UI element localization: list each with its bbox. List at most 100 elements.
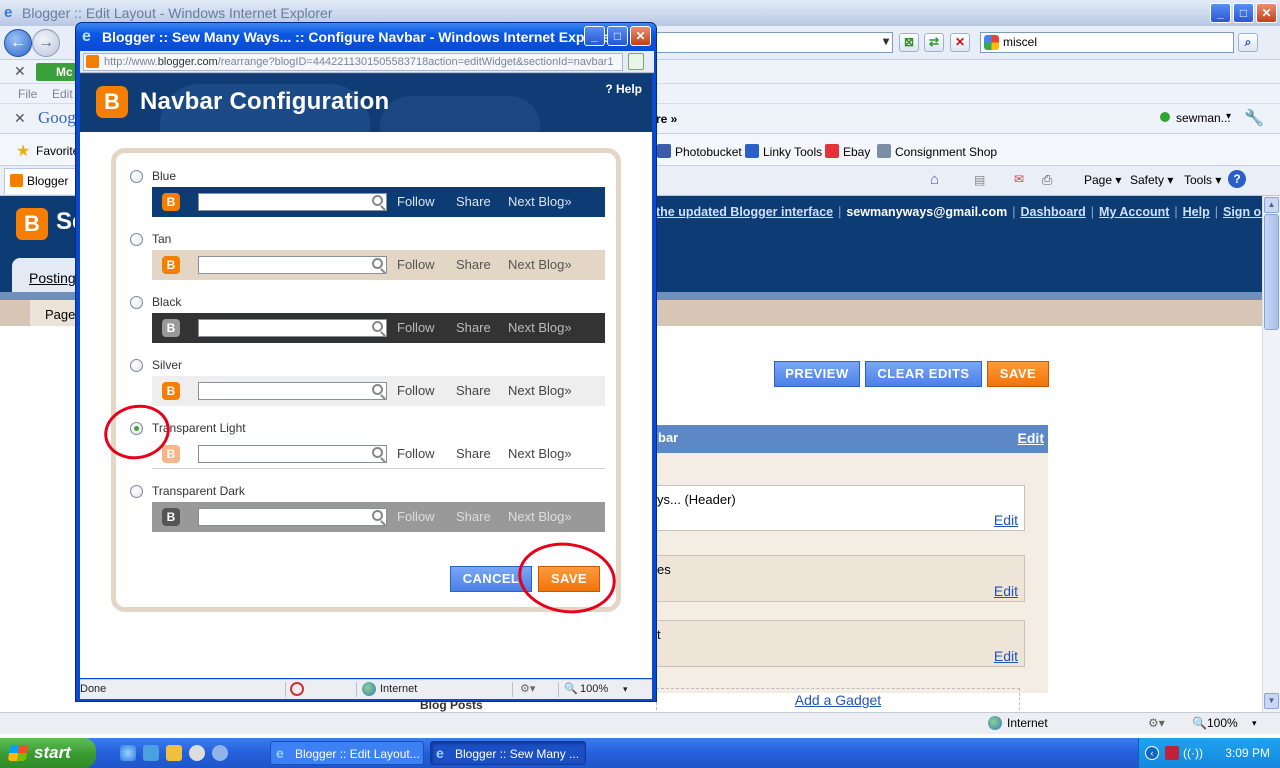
popup-titlebar[interactable]: e Blogger :: Sew Many Ways... :: Configu… <box>76 23 656 51</box>
compatibility-icon[interactable]: ⊠ <box>899 33 919 52</box>
close-toolbar-icon[interactable]: ✕ <box>14 63 26 80</box>
navbar-preview: B Follow Share Next Blog» <box>152 439 605 469</box>
text-gadget-title: t <box>657 627 661 642</box>
search-icon[interactable]: ⌕ <box>1238 33 1258 52</box>
favorites-star-icon[interactable]: ★ <box>16 141 30 161</box>
forward-button[interactable]: → <box>32 29 60 57</box>
navbar-preview-share: Share <box>456 194 491 209</box>
background-zoom-level[interactable]: 100% <box>1207 713 1238 733</box>
quicklaunch-media-icon[interactable] <box>189 745 205 761</box>
scroll-down-icon[interactable]: ▼ <box>1264 693 1279 709</box>
mcafee-button[interactable]: Mc <box>36 63 80 81</box>
navbar-option-label[interactable]: Tan <box>152 232 171 246</box>
scroll-up-icon[interactable]: ▲ <box>1264 197 1279 213</box>
wrench-icon[interactable]: 🔧 <box>1244 108 1264 128</box>
browser-tab-blogger[interactable]: Blogger :: <box>4 168 76 212</box>
more-toolbar-button[interactable]: re » <box>656 112 677 126</box>
popup-zoom-level[interactable]: 100% <box>580 680 608 698</box>
quicklaunch-desktop-icon[interactable] <box>212 745 228 761</box>
protected-mode-icon[interactable]: ⚙▾ <box>520 680 535 698</box>
compatibility-view-icon[interactable] <box>628 53 644 70</box>
zoom-dropdown-icon[interactable]: ▾ <box>623 680 628 698</box>
help-link[interactable]: ? Help <box>605 82 642 96</box>
ie-task-icon: e <box>436 745 444 761</box>
page-elements-tab[interactable]: Page <box>30 300 78 326</box>
navbar-option-radio[interactable] <box>130 233 143 246</box>
maximize-button[interactable]: □ <box>1233 3 1254 23</box>
popup-minimize-button[interactable]: _ <box>584 26 605 46</box>
background-scrollbar[interactable]: ▲ ▼ <box>1262 196 1280 712</box>
safety-menu[interactable]: Safety ▾ <box>1130 173 1173 187</box>
task-edit-layout[interactable]: e Blogger :: Edit Layout... <box>270 741 424 765</box>
navbar-option-label[interactable]: Silver <box>152 358 182 372</box>
url-dropdown-icon[interactable]: ▾ <box>876 33 896 52</box>
quicklaunch-explorer-icon[interactable] <box>143 745 159 761</box>
blocked-icon[interactable] <box>290 682 304 696</box>
navbar-edit-link[interactable]: Edit <box>1018 425 1044 451</box>
navbar-option-radio[interactable] <box>130 170 143 183</box>
dashboard-link[interactable]: Dashboard <box>1020 205 1085 219</box>
online-status-icon <box>1160 112 1170 122</box>
quicklaunch-outlook-icon[interactable] <box>166 745 182 761</box>
pages-edit-link[interactable]: Edit <box>994 583 1018 599</box>
menu-edit[interactable]: Edit <box>52 84 73 104</box>
minimize-button[interactable]: _ <box>1210 3 1231 23</box>
popup-url-field[interactable]: http://www.blogger.com/rearrange?blogID=… <box>83 53 623 71</box>
scroll-thumb[interactable] <box>1264 214 1279 330</box>
background-search-input[interactable]: miscel <box>980 32 1234 53</box>
refresh-icon[interactable]: ⇄ <box>924 33 944 52</box>
navbar-option-label[interactable]: Blue <box>152 169 176 183</box>
close-button[interactable]: ✕ <box>1256 3 1277 23</box>
protected-mode-icon[interactable]: ⚙▾ <box>1148 713 1165 733</box>
favorites-button[interactable]: Favorite <box>36 144 79 158</box>
wireless-tray-icon[interactable]: ((·)) <box>1183 738 1203 768</box>
help-icon[interactable]: ? <box>1228 170 1246 188</box>
close-google-toolbar-icon[interactable]: ✕ <box>14 110 26 127</box>
start-button[interactable]: start <box>0 738 96 768</box>
blogger-logo-icon: B <box>162 319 180 337</box>
background-url-field[interactable] <box>655 32 893 53</box>
mail-icon[interactable]: ✉ <box>1014 172 1024 186</box>
account-menu[interactable]: sewman... <box>1176 111 1231 125</box>
tools-menu[interactable]: Tools ▾ <box>1184 173 1221 187</box>
blogger-logo-icon: B <box>162 256 180 274</box>
tray-expand-icon[interactable]: ‹ <box>1145 746 1159 760</box>
updated-interface-link[interactable]: the updated Blogger interface <box>656 205 833 219</box>
mcafee-tray-icon[interactable] <box>1165 746 1179 760</box>
menu-file[interactable]: File <box>18 84 37 104</box>
text-edit-link[interactable]: Edit <box>994 648 1018 664</box>
print-icon[interactable]: ⎙ <box>1042 172 1052 188</box>
navbar-option-radio[interactable] <box>130 359 143 372</box>
favorite-photobucket[interactable]: Photobucket <box>657 144 742 160</box>
my-account-link[interactable]: My Account <box>1099 205 1169 219</box>
add-gadget-link[interactable]: Add a Gadget <box>656 688 1020 710</box>
header-edit-link[interactable]: Edit <box>994 512 1018 528</box>
popup-title: Blogger :: Sew Many Ways... :: Configure… <box>102 29 616 45</box>
feeds-icon[interactable]: ▤ <box>974 173 985 187</box>
page-save-button[interactable]: SAVE <box>987 361 1049 387</box>
preview-button[interactable]: PREVIEW <box>774 361 860 387</box>
navbar-option-label[interactable]: Transparent Dark <box>152 484 245 498</box>
task-sew-many-ways[interactable]: e Blogger :: Sew Many ... <box>430 741 586 765</box>
blogger-logo-icon: B <box>96 86 128 118</box>
stop-icon[interactable]: ✕ <box>950 33 970 52</box>
home-icon[interactable]: ⌂ <box>930 171 939 188</box>
navbar-option-radio[interactable] <box>130 296 143 309</box>
back-button[interactable]: ← <box>4 29 32 57</box>
background-window-title: Blogger :: Edit Layout - Windows Interne… <box>22 5 333 21</box>
help-link[interactable]: Help <box>1183 205 1210 219</box>
navbar-option-radio[interactable] <box>130 485 143 498</box>
popup-close-button[interactable]: ✕ <box>630 26 651 46</box>
favorite-linky-tools[interactable]: Linky Tools <box>745 144 822 160</box>
navbar-option-label[interactable]: Black <box>152 295 181 309</box>
favorite-consignment-shop[interactable]: Consignment Shop <box>877 144 997 160</box>
account-dropdown-icon[interactable]: ▾ <box>1226 111 1231 122</box>
quicklaunch-ie-icon[interactable] <box>120 745 136 761</box>
navbar-preview-follow: Follow <box>397 257 435 272</box>
page-menu[interactable]: Page ▾ <box>1084 173 1121 187</box>
clear-edits-button[interactable]: CLEAR EDITS <box>865 361 982 387</box>
popup-maximize-button[interactable]: □ <box>607 26 628 46</box>
zoom-dropdown-icon[interactable]: ▾ <box>1252 713 1257 733</box>
navbar-preview-next-blog: Next Blog» <box>508 509 572 524</box>
favorite-ebay[interactable]: Ebay <box>825 144 870 160</box>
